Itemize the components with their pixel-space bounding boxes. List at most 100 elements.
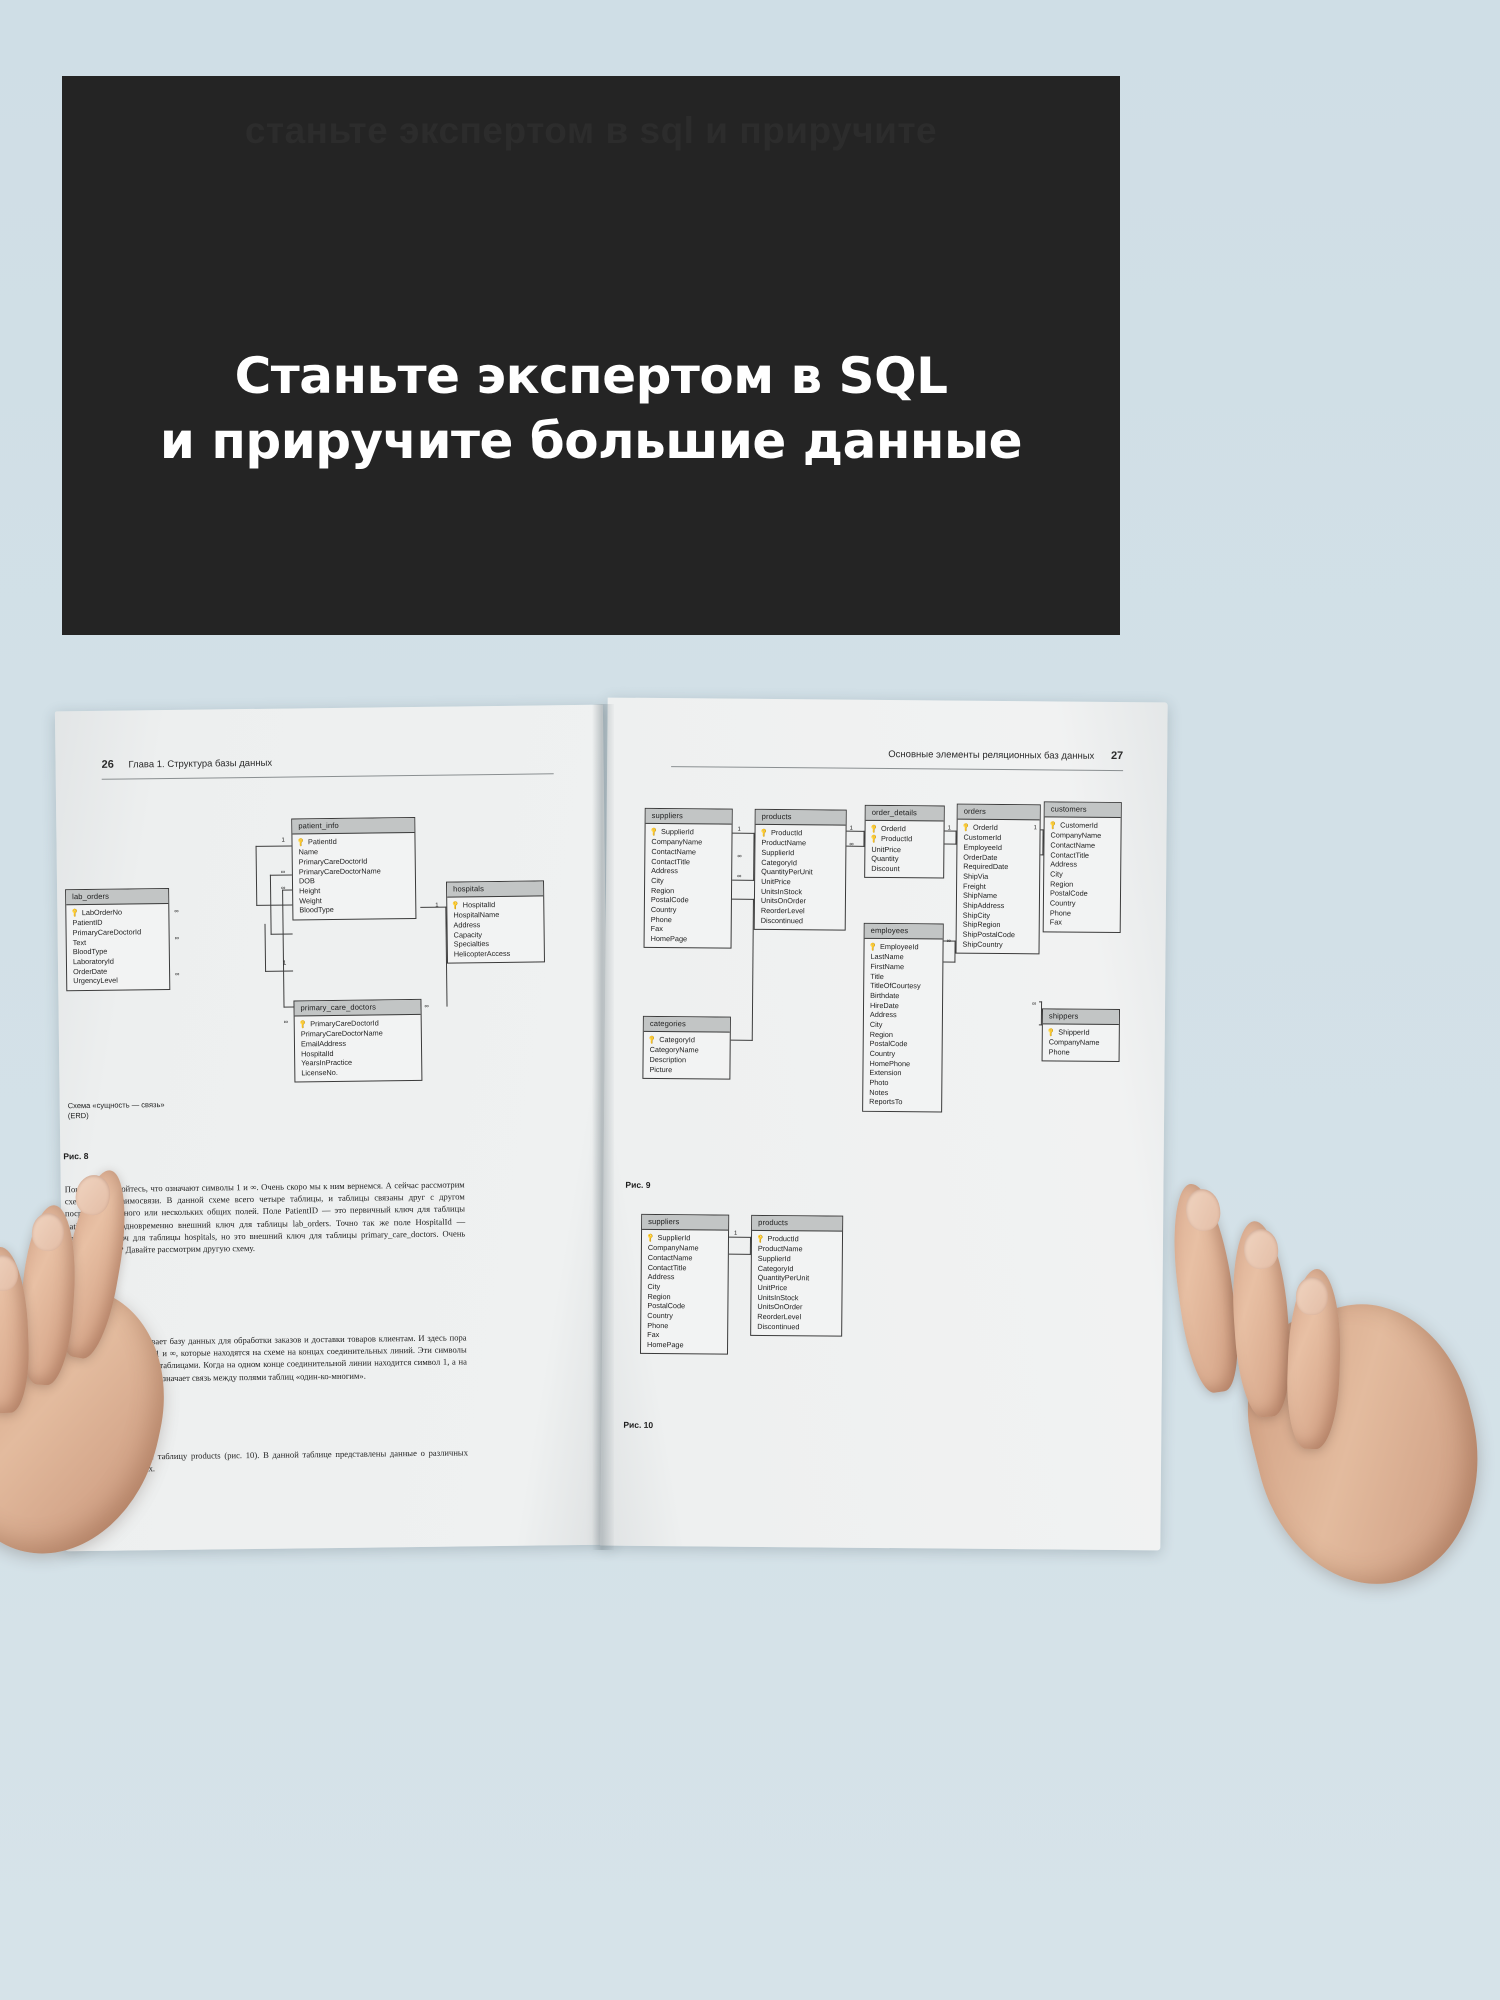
page-number-right: 27 [1110,749,1124,763]
erd-field: UnitsOnOrder [757,1302,803,1312]
erd10-table-products: products ProductId ProductName SupplierI… [750,1214,844,1337]
erd-field-list: ShipperId CompanyName Phone [1043,1024,1119,1061]
cardinality-marker: ∞ [424,1003,429,1010]
runhead-right: Основные элементы реляционных баз данных… [888,748,1123,762]
erd-field: UnitsInStock [760,886,803,896]
erd-field: HomePage [647,1339,684,1350]
erd-connector [264,923,294,972]
erd-field-list: CategoryId CategoryName Description Pict… [643,1031,729,1078]
erd-field: UnitPrice [871,844,902,854]
erd-table-order-details: order_details OrderId ProductId UnitPric… [864,804,945,879]
erd-field: UrgencyLevel [73,975,118,986]
banner-headline: Станьте экспертом в SQL и приручите боль… [62,344,1120,474]
erd-field: ProductName [761,838,807,848]
erd-connector [730,898,754,1041]
cardinality-marker: ∞ [946,938,951,945]
screenshot-root: станьте экспертом в sql и приручите Стан… [0,0,1500,2000]
erd-field: HomePhone [869,1058,911,1068]
erd-field: Discount [871,863,900,874]
erd-table-header: patient_info [292,817,415,835]
cardinality-marker: 1 [849,825,853,832]
erd-connector [1038,1001,1043,1026]
erd-field: CustomerId [963,832,1002,843]
erd-field: ShipName [962,890,998,901]
erd-field: Title [870,971,884,981]
erd-field: ContactTitle [1050,849,1090,860]
erd-field: City [647,1281,661,1291]
erd-field: Birthdate [870,990,900,1000]
erd-field: HireDate [869,1000,899,1010]
erd-field: ProductId [758,1233,837,1244]
erd-field: City [651,875,664,885]
erd-schema-label-line1: Схема «сущность — связь» [67,1100,165,1111]
erd-table-categories: categories CategoryId CategoryName Descr… [642,1015,731,1080]
erd-table-products: products ProductId ProductName SupplierI… [753,808,847,931]
erd-field-list: OrderId CustomerId EmployeeId OrderDate … [956,819,1039,953]
figure-caption-9: Рис. 9 [625,1179,651,1190]
erd-field: Phone [1049,907,1071,918]
cardinality-marker: ∞ [174,908,179,915]
erd-field: CustomerId [1051,820,1116,831]
erd-field: Address [647,1272,675,1282]
erd-field: LicenseNo. [301,1067,338,1078]
erd-field: PostalCode [869,1039,908,1049]
erd-field-list: PrimaryCareDoctorId PrimaryCareDoctorNam… [295,1015,422,1082]
erd-field-list: HospitalId HospitalName Address Capacity… [447,896,544,963]
erd-field: ShipPostalCode [962,929,1016,940]
erd-field: ProductId [871,834,938,845]
erd-field: Phone [647,1320,669,1330]
erd-field: Fax [650,924,663,934]
cardinality-marker: ∞ [174,935,179,942]
erd-table-hospitals: hospitals HospitalId HospitalName Addres… [445,880,545,964]
erd-field: ReorderLevel [757,1311,802,1322]
erd-field: Notes [869,1087,889,1097]
erd-table-header: products [752,1215,843,1232]
erd-field: LastName [870,952,904,962]
erd-field: TitleOfCourtesy [870,981,921,991]
erd-field: FirstName [870,961,905,971]
erd-field: Photo [869,1077,889,1087]
erd-connector [728,1236,752,1255]
erd-field: UnitPrice [757,1282,788,1293]
erd-field: UnitsInStock [757,1292,799,1302]
erd-field: ShipAddress [962,900,1005,910]
erd-field: Region [869,1029,893,1039]
erd-field: Extension [869,1068,902,1078]
cardinality-marker: 1 [282,960,287,967]
erd-field: City [869,1019,883,1029]
erd-field: PostalCode [650,895,689,905]
erd-table-orders: orders OrderId CustomerId EmployeeId Ord… [955,803,1041,955]
banner-watermark-text: станьте экспертом в sql и приручите [244,110,938,151]
cardinality-marker: ∞ [281,885,286,892]
erd-field: QuantityPerUnit [761,867,813,877]
erd-connector [944,830,957,845]
erd-table-header: employees [864,923,943,940]
erd-field: HelicopterAccess [453,948,511,959]
erd-field: Fax [647,1330,660,1340]
erd-field: BloodType [299,905,334,915]
erd-field: SupplierId [757,1253,791,1264]
erd-field: Country [647,1310,673,1321]
erd-field: Country [650,904,677,915]
erd-field: Description [649,1054,687,1065]
erd-field: EmployeeId [963,842,1003,852]
erd-table-shippers: shippers ShipperId CompanyName Phone [1041,1008,1121,1063]
erd-field: Region [650,885,675,895]
cardinality-marker: 1 [734,1230,738,1237]
erd-field-list: EmployeeId LastName FirstName Title Titl… [863,938,942,1111]
erd-field: PostalCode [647,1301,686,1311]
erd-field: UnitsOnOrder [760,896,806,906]
erd-field: SupplierId [761,847,795,858]
erd-field: UnitPrice [761,876,791,887]
erd-field: CompanyName [647,1243,699,1253]
erd-field: ShipCountry [962,939,1003,949]
erd-field-list: LabOrderNo PatientID PrimaryCareDoctorId… [66,904,169,990]
erd-table-patient-info: patient_info PatientId Name PrimaryCareD… [291,816,417,921]
erd-field-list: ProductId ProductName SupplierId Categor… [755,824,846,929]
erd-field: ProductName [757,1244,803,1254]
erd-table-employees: employees EmployeeId LastName FirstName … [862,922,944,1113]
erd-field: OrderDate [963,852,998,862]
header-rule-right [671,766,1124,772]
cardinality-marker: ∞ [849,841,854,848]
erd-field: CategoryId [757,1263,794,1273]
